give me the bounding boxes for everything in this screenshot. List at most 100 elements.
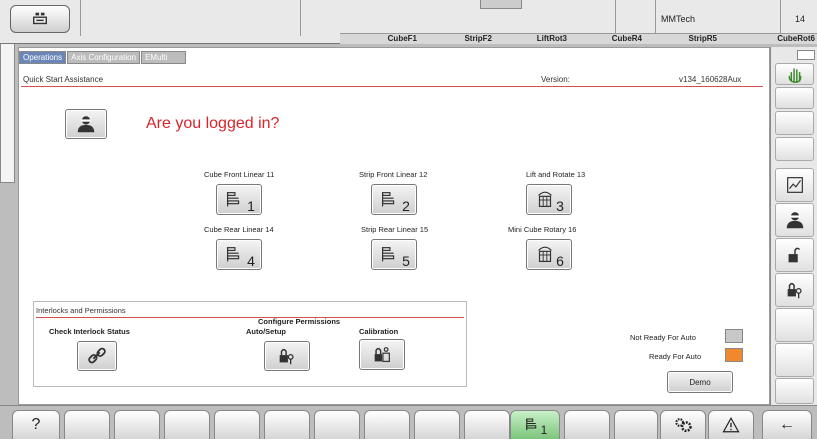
configure-permissions-label: Configure Permissions [258, 317, 341, 326]
tab-emulti[interactable]: EMulti [141, 51, 187, 64]
calibration-label: Calibration [359, 327, 399, 336]
back-button[interactable]: ← [762, 410, 812, 439]
axis-number: 5 [402, 252, 410, 269]
hand-icon [788, 68, 801, 83]
hmi-screen: MMTech 14 CubeF1 StripF2 LiftRot3 CubeR4… [0, 0, 817, 439]
top-bar: MMTech 14 CubeF1 StripF2 LiftRot3 CubeR4… [0, 0, 817, 44]
cell-label: CubeF1 [387, 34, 417, 43]
gears-icon [675, 418, 692, 433]
background-window [0, 38, 15, 183]
ready-label: Ready For Auto [649, 352, 702, 361]
axis-1-button[interactable]: 1 [216, 184, 262, 215]
bottom-button-blank[interactable] [564, 410, 610, 439]
background-window-tab [480, 0, 522, 9]
bottom-button-blank[interactable] [314, 410, 360, 439]
rail-button-blank[interactable] [775, 87, 814, 109]
bottom-button-blank[interactable] [214, 410, 260, 439]
cell-label: StripF2 [464, 34, 492, 43]
linear-axis-icon [382, 246, 395, 261]
bottom-button-blank[interactable] [614, 410, 658, 439]
quick-start-title: Quick Start Assistance [23, 75, 104, 84]
axis-number: 3 [556, 197, 564, 214]
axis-5-button[interactable]: 5 [371, 239, 417, 270]
login-button[interactable] [65, 109, 107, 139]
lock-key-icon [279, 348, 294, 365]
chart-icon [786, 177, 803, 193]
tab-bar: Operations Axis Configuration EMulti [19, 51, 187, 64]
keyboard-icon[interactable] [797, 50, 815, 60]
axis-3-button[interactable]: 3 [526, 184, 572, 215]
hand-button[interactable] [775, 63, 814, 85]
help-button[interactable]: ? [12, 410, 60, 439]
version-label: Version: [541, 75, 570, 84]
rail-button-blank[interactable] [775, 378, 814, 404]
check-interlock-button[interactable] [77, 341, 117, 371]
configure-permissions-button[interactable] [264, 341, 310, 371]
active-axis-number: 1 [540, 423, 548, 437]
bottom-button-blank[interactable] [414, 410, 460, 439]
alarm-button[interactable] [708, 410, 754, 439]
machine-name: MMTech [661, 14, 696, 24]
axis-4-button[interactable]: 4 [216, 239, 262, 270]
axis-number: 1 [247, 197, 255, 214]
calibration-lock-icon [374, 346, 390, 362]
axis-label: Mini Cube Rotary 16 [508, 225, 577, 234]
bottom-button-blank[interactable] [464, 410, 510, 439]
rail-button-blank[interactable] [775, 343, 814, 377]
axis-label: Strip Rear Linear 15 [361, 225, 429, 234]
menu-button[interactable] [10, 5, 70, 33]
tab-axis-configuration[interactable]: Axis Configuration [67, 51, 141, 64]
not-ready-label: Not Ready For Auto [630, 333, 696, 342]
permissions-button[interactable] [775, 273, 814, 307]
cell-status-row: CubeF1 StripF2 LiftRot3 CubeR4 StripR5 C… [340, 33, 817, 44]
bottom-bar: ? 1 ← [0, 405, 817, 439]
divider [36, 317, 464, 318]
axis-label: Strip Front Linear 12 [359, 170, 428, 179]
warning-icon [722, 417, 740, 433]
axis-2-button[interactable]: 2 [371, 184, 417, 215]
login-question: Are you logged in? [146, 115, 280, 132]
unlock-button[interactable] [775, 238, 814, 272]
axis-number: 6 [556, 252, 564, 269]
tab-operations[interactable]: Operations [19, 51, 67, 64]
version-value: v134_160628Aux [679, 75, 742, 84]
linear-axis-icon [382, 191, 395, 206]
rotary-axis-icon [538, 191, 552, 207]
check-interlock-label: Check Interlock Status [49, 327, 130, 336]
bottom-button-blank[interactable] [264, 410, 310, 439]
interlocks-title: Interlocks and Permissions [36, 306, 126, 315]
person-icon [786, 212, 803, 229]
linear-axis-icon [227, 246, 240, 261]
cell-label: StripR5 [688, 34, 717, 43]
bottom-button-blank[interactable] [364, 410, 410, 439]
divider [21, 86, 763, 87]
user-button[interactable] [775, 203, 814, 237]
rotary-axis-icon [538, 246, 552, 262]
axis-label: Cube Front Linear 11 [204, 170, 275, 179]
demo-button[interactable]: Demo [667, 371, 733, 393]
bottom-button-blank[interactable] [114, 410, 160, 439]
menu-icon [33, 12, 47, 25]
axis-label: Lift and Rotate 13 [526, 170, 586, 179]
settings-button[interactable] [660, 410, 706, 439]
bottom-button-blank[interactable] [64, 410, 110, 439]
axis-number: 2 [402, 197, 410, 214]
lock-key-icon [787, 282, 802, 299]
calibration-button[interactable] [359, 339, 405, 370]
bottom-button-blank[interactable] [164, 410, 210, 439]
cell-label: CubeRot6 [777, 34, 815, 43]
cell-label: CubeR4 [611, 34, 642, 43]
main-panel: Operations Axis Configuration EMulti Qui… [18, 47, 770, 405]
axis-6-button[interactable]: 6 [526, 239, 572, 270]
link-icon [88, 347, 106, 364]
rail-button-blank[interactable] [775, 111, 814, 135]
rail-button-blank[interactable] [775, 137, 814, 161]
axis-number: 4 [247, 252, 255, 269]
active-axis-button[interactable]: 1 [510, 410, 560, 439]
cell-label: LiftRot3 [536, 34, 567, 43]
configure-permissions-sublabel: Auto/Setup [246, 327, 286, 336]
unit-count: 14 [795, 14, 806, 24]
chart-button[interactable] [775, 168, 814, 202]
unlock-icon [788, 247, 800, 263]
rail-button-blank[interactable] [775, 308, 814, 342]
